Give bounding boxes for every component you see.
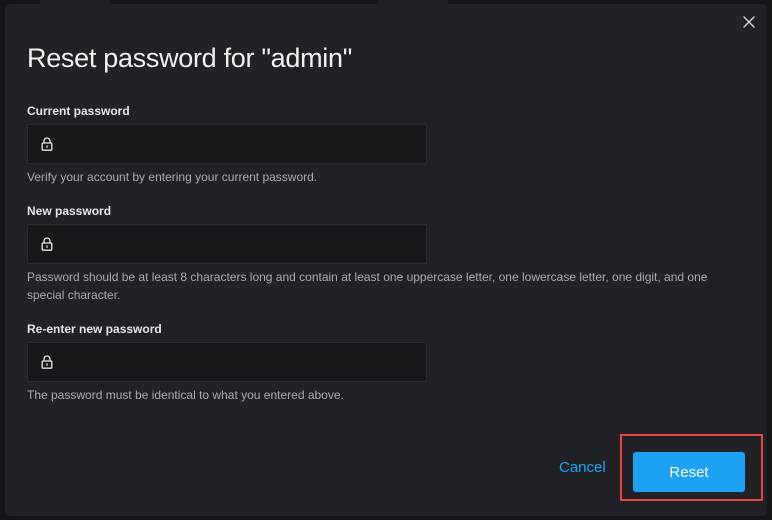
current-password-label: Current password [27,104,130,118]
confirm-password-help: The password must be identical to what y… [27,388,344,402]
reset-button[interactable]: Reset [633,452,745,492]
new-password-input[interactable] [54,224,426,264]
lock-icon [40,354,54,370]
cancel-button[interactable]: Cancel [559,459,606,477]
new-password-label: New password [27,204,112,218]
lock-icon [40,136,54,152]
close-button[interactable] [737,10,761,34]
new-password-field[interactable] [27,224,427,264]
lock-icon [40,236,54,252]
dialog-title: Reset password for "admin" [27,43,353,73]
confirm-password-input[interactable] [54,342,426,382]
current-password-input[interactable] [54,124,426,164]
reset-password-dialog: Reset password for "admin" Current passw… [5,4,767,516]
new-password-help: Password should be at least 8 characters… [27,270,708,302]
current-password-field[interactable] [27,124,427,164]
confirm-password-label: Re-enter new password [27,322,162,336]
current-password-help: Verify your account by entering your cur… [27,170,318,184]
confirm-password-field[interactable] [27,342,427,382]
close-icon[interactable] [743,16,755,28]
